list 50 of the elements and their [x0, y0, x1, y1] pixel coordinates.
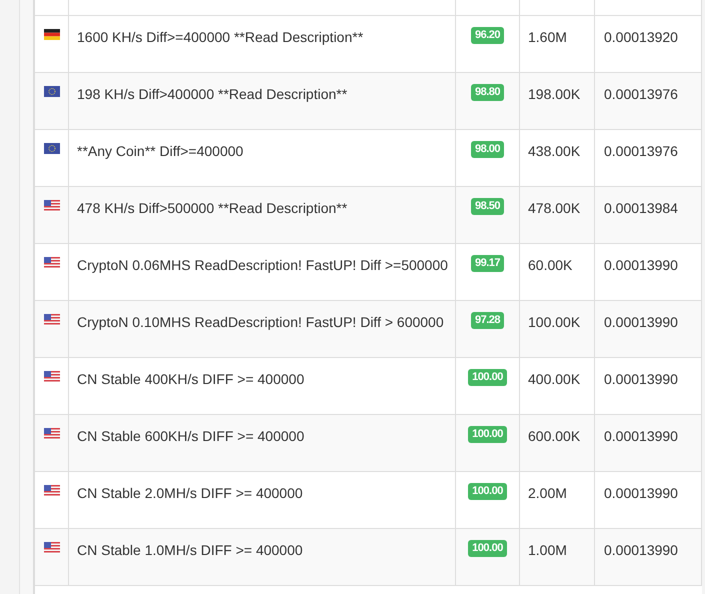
- score-badge: 100.00: [468, 540, 507, 557]
- price-cell: 0.00013976: [604, 86, 678, 102]
- price-cell: 0.00013920: [604, 29, 678, 45]
- score-badge: 98.50: [470, 198, 504, 215]
- offer-name: 1600 KH/s Diff>=400000 **Read Description**: [77, 29, 364, 45]
- flag-icon: [44, 542, 60, 553]
- score-badge: 100.00: [468, 426, 507, 443]
- offer-name: CN Stable 2.0MH/s DIFF >= 400000: [77, 485, 303, 501]
- hashrate-cell: 1.60M: [528, 29, 567, 45]
- score-badge: 100.00: [468, 369, 507, 386]
- price-cell: 0.00013990: [604, 428, 678, 444]
- offer-name: CryptoN 0.10MHS ReadDescription! FastUP! Diff > 600000: [77, 314, 444, 330]
- score-badge: 97.28: [470, 312, 504, 329]
- price-cell: 0.00013984: [604, 200, 678, 216]
- offer-name: 478 KH/s Diff>500000 **Read Description**: [77, 200, 348, 216]
- hashrate-cell: 400.00K: [528, 371, 580, 387]
- score-badge: 99.17: [470, 255, 504, 272]
- flag-icon: [44, 485, 60, 496]
- score-badge: 100.00: [468, 483, 507, 500]
- flag-icon: [44, 200, 60, 211]
- offer-name: **Any Coin** Diff>=400000: [77, 143, 244, 159]
- flag-icon: [44, 371, 60, 382]
- flag-icon: [44, 29, 60, 40]
- hashrate-cell: 2.00M: [528, 485, 567, 501]
- price-cell: 0.00013990: [604, 257, 678, 273]
- score-badge: 98.80: [470, 84, 504, 101]
- hashrate-cell: 100.00K: [528, 314, 580, 330]
- hashrate-cell: 198.00K: [528, 86, 580, 102]
- offer-name: CryptoN 0.06MHS ReadDescription! FastUP! Diff >=500000: [77, 257, 448, 273]
- hashrate-cell: 438.00K: [528, 143, 580, 159]
- offer-name: CN Stable 600KH/s DIFF >= 400000: [77, 428, 304, 444]
- offer-name: CN Stable 400KH/s DIFF >= 400000: [77, 371, 304, 387]
- flag-icon: [44, 143, 60, 154]
- score-badge: 98.00: [470, 141, 504, 158]
- offer-name: 198 KH/s Diff>400000 **Read Description**: [77, 86, 348, 102]
- price-cell: 0.00013976: [604, 143, 678, 159]
- flag-icon: [44, 314, 60, 325]
- flag-icon: [44, 86, 60, 97]
- price-cell: 0.00013990: [604, 542, 678, 558]
- hashrate-cell: 478.00K: [528, 200, 580, 216]
- score-badge: 96.20: [470, 27, 504, 44]
- hashrate-cell: 60.00K: [528, 257, 572, 273]
- hashrate-cell: 600.00K: [528, 428, 580, 444]
- flag-icon: [44, 257, 60, 268]
- price-cell: 0.00013990: [604, 485, 678, 501]
- price-cell: 0.00013990: [604, 314, 678, 330]
- flag-icon: [44, 428, 60, 439]
- offer-name: CN Stable 1.0MH/s DIFF >= 400000: [77, 542, 303, 558]
- price-cell: 0.00013990: [604, 371, 678, 387]
- hashrate-cell: 1.00M: [528, 542, 567, 558]
